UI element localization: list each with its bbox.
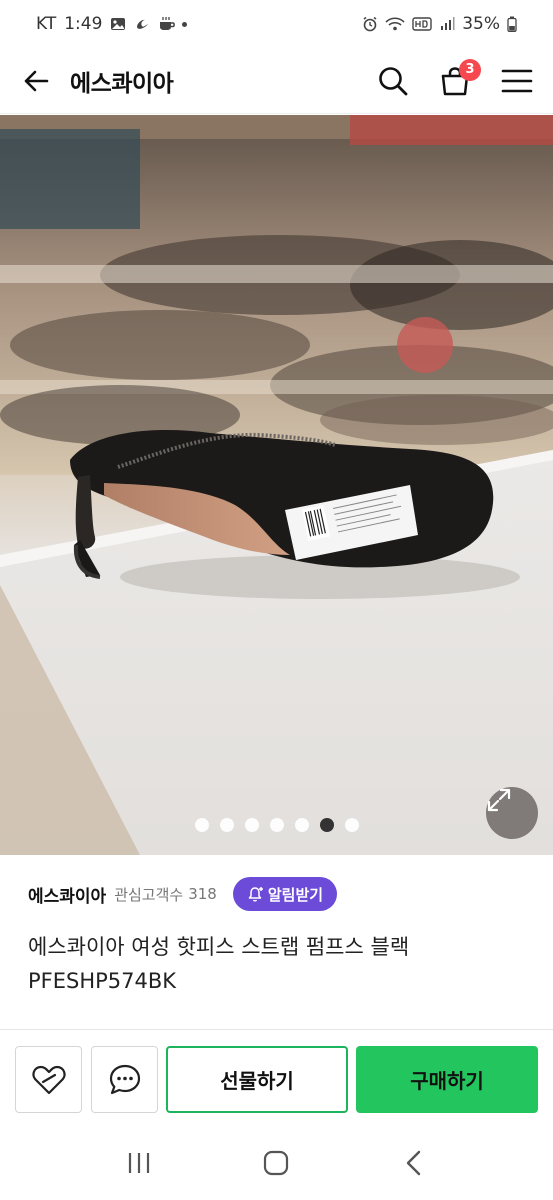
back-button[interactable] <box>18 63 54 99</box>
alarm-icon <box>362 16 378 32</box>
seller-row: 에스콰이아 관심고객수 318 알림받기 <box>28 876 338 912</box>
recent-apps-button[interactable] <box>114 1138 164 1188</box>
seller-name[interactable]: 에스콰이아 <box>28 882 106 907</box>
heart-icon <box>31 1065 66 1094</box>
battery-percent: 35% <box>462 14 500 34</box>
product-photo <box>0 115 553 855</box>
cart-button[interactable]: 3 <box>437 58 481 99</box>
dot-icon <box>182 21 188 27</box>
gallery-dot[interactable] <box>244 818 259 832</box>
bottom-action-bar: 선물하기 구매하기 <box>0 1029 553 1125</box>
nike-icon <box>134 16 150 32</box>
followers-label: 관심고객수 <box>114 885 184 904</box>
hamburger-menu-icon <box>501 69 533 92</box>
cart-count-badge: 3 <box>459 58 481 81</box>
gift-button[interactable]: 선물하기 <box>166 1046 348 1113</box>
arrow-left-icon <box>24 70 49 91</box>
alarm-subscribe-button[interactable]: 알림받기 <box>232 877 338 911</box>
alarm-button-label: 알림받기 <box>267 885 324 904</box>
clock: 1:49 <box>64 14 103 34</box>
image-icon <box>110 16 126 32</box>
chat-bubble-icon <box>109 1064 140 1094</box>
page-title: 에스콰이아 <box>70 70 174 97</box>
hd-icon <box>412 16 432 32</box>
menu-button[interactable] <box>499 63 535 99</box>
home-button[interactable] <box>251 1138 301 1188</box>
gallery-dot[interactable] <box>344 818 359 832</box>
gallery-indicators <box>0 818 553 832</box>
gallery-dot[interactable] <box>219 818 234 832</box>
chat-button[interactable] <box>91 1046 158 1113</box>
signal-icon <box>439 16 455 32</box>
carrier-label: KT <box>36 14 57 34</box>
gallery-dot[interactable] <box>294 818 309 832</box>
coffee-icon <box>158 16 176 32</box>
expand-icon <box>487 788 511 812</box>
app-header: 에스콰이아 3 <box>0 48 553 114</box>
wishlist-button[interactable] <box>15 1046 82 1113</box>
search-icon <box>379 66 408 95</box>
gallery-dot[interactable] <box>194 818 209 832</box>
system-navigation-bar <box>0 1126 553 1200</box>
home-icon <box>264 1150 289 1176</box>
recent-apps-icon <box>128 1153 149 1173</box>
bell-plus-icon <box>248 887 263 902</box>
gallery-dot[interactable] <box>319 818 334 832</box>
search-button[interactable] <box>375 63 411 99</box>
wifi-icon <box>385 16 405 32</box>
gallery-dot[interactable] <box>269 818 284 832</box>
battery-icon <box>507 16 517 33</box>
followers-count: 318 <box>188 885 217 903</box>
product-title: 에스콰이아 여성 핫피스 스트랩 펌프스 블랙 PFESHP574BK <box>28 935 410 993</box>
system-back-button[interactable] <box>389 1138 439 1188</box>
chevron-left-icon <box>406 1150 421 1176</box>
status-bar: KT 1:49 35% <box>0 0 553 48</box>
product-image-gallery[interactable] <box>0 115 553 855</box>
buy-button[interactable]: 구매하기 <box>356 1046 538 1113</box>
